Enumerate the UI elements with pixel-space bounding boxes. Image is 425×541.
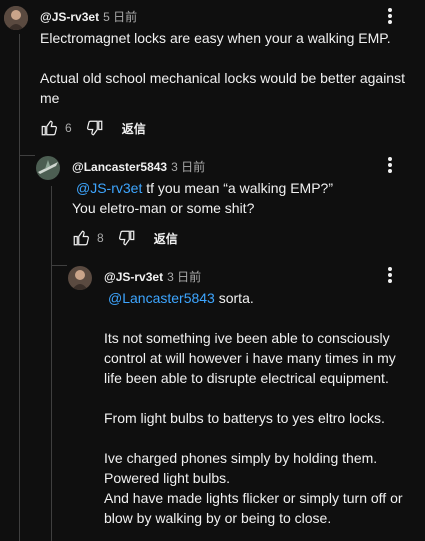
avatar-image [4,6,28,30]
like-count: 6 [65,121,72,135]
dislike-icon[interactable] [118,229,136,247]
comment-line [104,388,420,408]
comment-line: Powered light bulbs. [104,470,231,486]
comment-line: life been able to disrupte electrical eq… [104,370,389,386]
comment-actions: 8 返信 [72,229,178,247]
comment-line: You eletro-man or some shit? [72,200,255,216]
more-actions-icon[interactable] [380,155,400,175]
more-actions-icon[interactable] [380,6,400,26]
comment-line: Ive charged phones simply by holding the… [104,450,378,466]
comment-line: @Lancaster5843 sorta. [104,288,420,308]
comment-line [104,308,420,328]
timestamp[interactable]: 5 日前 [103,10,137,24]
author-name[interactable]: @Lancaster5843 [72,160,167,174]
comment-line: And have made lights flicker or simply t… [104,490,403,506]
comment-line: Actual old school mechanical locks would… [40,70,405,86]
comment-header: @Lancaster5843 3 日前 [72,158,205,175]
avatar-image [68,266,92,290]
comment-line: Its not something ive been able to consc… [104,330,390,346]
comment-line: control at will however i have many time… [104,350,396,366]
thread-line [19,34,20,541]
thread-connector [19,155,35,156]
more-actions-icon[interactable] [380,265,400,285]
comment-header: @JS-rv3et 5 日前 [40,8,137,25]
comment-line-text: sorta. [214,290,254,306]
comment-line: Electromagnet locks are easy when your a… [40,30,391,46]
comment-text: Electromagnet locks are easy when your a… [40,28,420,108]
timestamp[interactable]: 3 日前 [171,160,205,174]
comment-text: @Lancaster5843 sorta. Its not something … [104,288,420,528]
like-icon[interactable] [40,119,58,137]
comment-text: @JS-rv3et tf you mean “a walking EMP?” Y… [72,178,402,218]
comment-line [104,428,420,448]
avatar[interactable] [36,156,60,180]
thread-connector [51,265,67,266]
reply-button[interactable]: 返信 [154,230,178,247]
mention-link[interactable]: @Lancaster5843 [108,290,215,306]
comment-header: @JS-rv3et 3 日前 [104,268,201,285]
avatar[interactable] [68,266,92,290]
like-count: 8 [97,231,104,245]
author-name[interactable]: @JS-rv3et [104,270,163,284]
reply-button[interactable]: 返信 [122,120,146,137]
comment-actions: 6 返信 [40,119,146,137]
dislike-icon[interactable] [86,119,104,137]
comment-line [40,48,420,68]
author-name[interactable]: @JS-rv3et [40,10,99,24]
comment-line: blow by walking by or being to close. [104,510,332,526]
timestamp[interactable]: 3 日前 [167,270,201,284]
comment-line: @JS-rv3et tf you mean “a walking EMP?” [72,178,402,198]
mention-link[interactable]: @JS-rv3et [76,180,142,196]
avatar-image [36,156,60,180]
comment-line: From light bulbs to batterys to yes eltr… [104,410,385,426]
avatar[interactable] [4,6,28,30]
like-icon[interactable] [72,229,90,247]
comment-line-text: tf you mean “a walking EMP?” [142,180,333,196]
thread-line [51,186,52,541]
comment-line: me [40,90,60,106]
